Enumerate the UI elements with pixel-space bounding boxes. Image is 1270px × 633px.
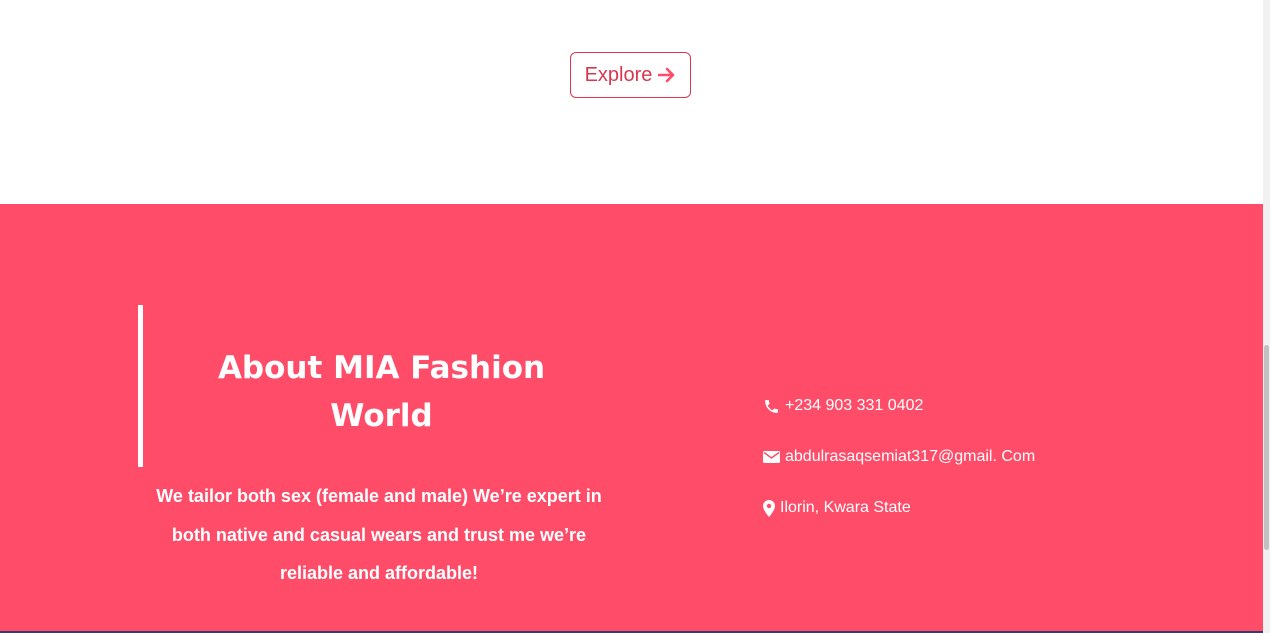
arrow-right-icon [658, 67, 676, 83]
scrollbar[interactable] [1263, 0, 1270, 633]
about-description: We tailor both sex (female and male) We’… [156, 486, 602, 583]
phone-icon [763, 398, 780, 415]
scrollbar-thumb[interactable] [1264, 345, 1269, 550]
contact-location-text: Ilorin, Kwara State [780, 499, 911, 516]
top-section: Explore [0, 0, 1263, 204]
footer: About MIA Fashion World We tailor both s… [0, 204, 1263, 631]
contact-phone: +234 903 331 0402 [763, 397, 923, 415]
map-marker-icon [763, 499, 775, 517]
about-accent-bar [138, 305, 143, 467]
contact-email: abdulrasaqsemiat317@gmail. Com [763, 448, 1035, 466]
envelope-icon [763, 450, 780, 464]
contact-phone-text: +234 903 331 0402 [785, 397, 924, 414]
contact-location: Ilorin, Kwara State [763, 499, 911, 517]
about-title: About MIA Fashion World [217, 350, 546, 434]
explore-button[interactable]: Explore [570, 52, 691, 98]
explore-button-label: Explore [584, 63, 653, 86]
contact-email-text: abdulrasaqsemiat317@gmail. Com [785, 448, 1036, 465]
